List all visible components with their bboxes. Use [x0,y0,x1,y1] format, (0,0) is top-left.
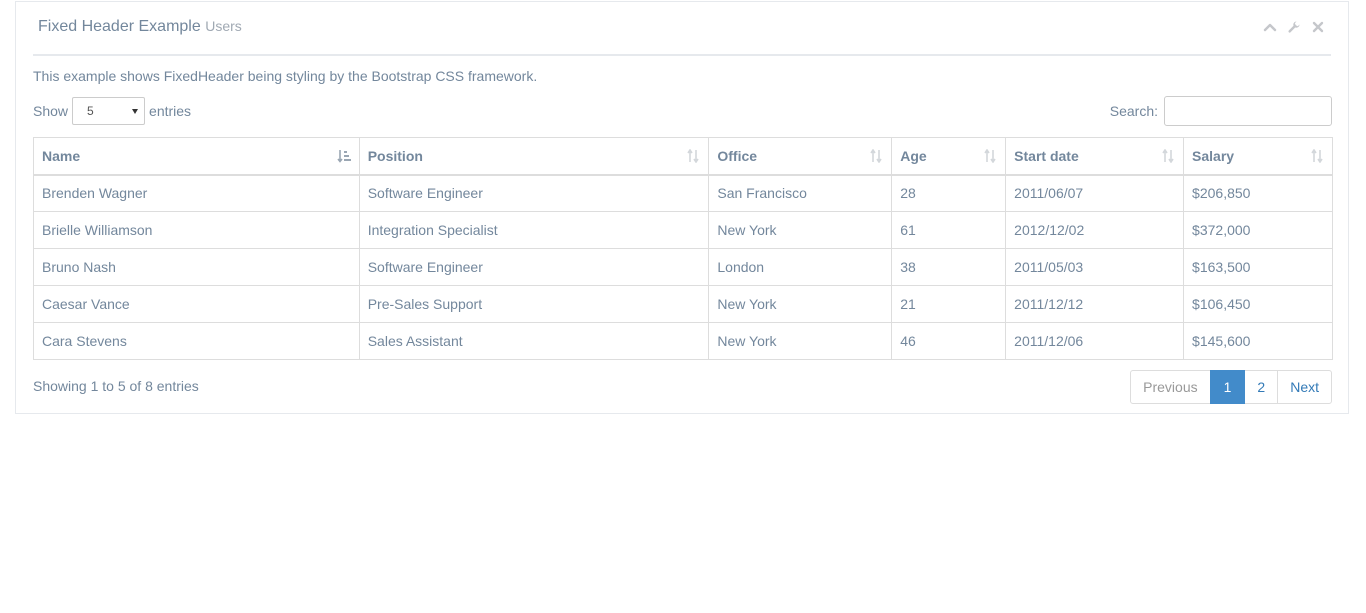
column-header-label: Start date [1014,147,1079,164]
cell-age: 46 [891,322,1007,360]
cell-name: Bruno Nash [33,248,360,286]
cell-age: 61 [891,211,1007,249]
previous-button[interactable]: Previous [1130,370,1211,404]
table-info: Showing 1 to 5 of 8 entries [33,378,199,394]
cell-start-date: 2011/12/12 [1005,285,1185,323]
close-icon[interactable] [1311,20,1325,34]
sort-both-icon [686,149,700,163]
page-length-value: 5 [87,104,94,118]
next-button[interactable]: Next [1277,370,1332,404]
cell-position: Pre-Sales Support [358,285,710,323]
column-header-salary[interactable]: Salary [1183,137,1333,176]
wrench-icon[interactable] [1287,20,1301,34]
sort-both-icon [983,149,997,163]
cell-salary: $106,450 [1183,285,1333,323]
pagination: Previous 1 2 Next [1130,370,1332,404]
column-header-label: Office [717,147,758,164]
page-button-1[interactable]: 1 [1209,370,1246,404]
column-header-age[interactable]: Age [891,137,1007,176]
cell-salary: $206,850 [1183,174,1333,212]
cell-name: Brenden Wagner [33,174,360,212]
table-row: Brenden Wagner Software Engineer San Fra… [33,174,1333,212]
cell-position: Software Engineer [358,248,710,286]
cell-salary: $372,000 [1183,211,1333,249]
sort-asc-icon [337,149,351,163]
search-label: Search: [1109,103,1158,119]
cell-salary: $163,500 [1183,248,1333,286]
users-table: Name Position Office Age Start date Sala… [33,137,1333,360]
sort-both-icon [1161,149,1175,163]
length-control: Show 5 entries [33,96,191,126]
column-header-label: Position [367,147,423,164]
column-header-label: Name [42,147,81,164]
table-row: Cara Stevens Sales Assistant New York 46… [33,322,1333,360]
table-header-row: Name Position Office Age Start date Sala… [33,137,1333,176]
cell-position: Software Engineer [358,174,710,212]
column-header-position[interactable]: Position [358,137,710,176]
panel: Fixed Header Example Users This example … [15,1,1349,414]
panel-title-text: Fixed Header Example [38,18,201,35]
entries-label: entries [149,103,192,119]
panel-title: Fixed Header Example Users [38,18,242,36]
table-row: Brielle Williamson Integration Specialis… [33,211,1333,249]
cell-office: New York [708,285,893,323]
column-header-name[interactable]: Name [33,137,360,176]
cell-name: Cara Stevens [33,322,360,360]
panel-subtitle: Users [205,18,242,34]
cell-start-date: 2011/12/06 [1005,322,1185,360]
cell-start-date: 2011/06/07 [1005,174,1185,212]
cell-office: New York [708,322,893,360]
cell-name: Caesar Vance [33,285,360,323]
cell-office: London [708,248,893,286]
column-header-start-date[interactable]: Start date [1005,137,1185,176]
cell-age: 28 [891,174,1007,212]
table-row: Caesar Vance Pre-Sales Support New York … [33,285,1333,323]
column-header-label: Age [900,147,927,164]
cell-age: 21 [891,285,1007,323]
cell-start-date: 2011/05/03 [1005,248,1185,286]
chevron-up-icon[interactable] [1263,20,1277,34]
cell-office: New York [708,211,893,249]
cell-office: San Francisco [708,174,893,212]
page-button-2[interactable]: 2 [1244,370,1279,404]
cell-position: Integration Specialist [358,211,710,249]
cell-position: Sales Assistant [358,322,710,360]
column-header-label: Salary [1192,147,1235,164]
panel-toolbox [1263,20,1325,34]
cell-name: Brielle Williamson [33,211,360,249]
search-control: Search: [1110,96,1332,126]
sort-both-icon [869,149,883,163]
table-row: Bruno Nash Software Engineer London 38 2… [33,248,1333,286]
panel-header: Fixed Header Example Users [33,2,1331,56]
description-text: This example shows FixedHeader being sty… [33,68,538,84]
column-header-office[interactable]: Office [708,137,893,176]
caret-down-icon [132,109,139,114]
cell-start-date: 2012/12/02 [1005,211,1185,249]
sort-both-icon [1310,149,1324,163]
search-input[interactable] [1164,96,1332,126]
page-length-select[interactable]: 5 [72,97,146,125]
cell-age: 38 [891,248,1007,286]
show-label: Show [33,103,69,119]
cell-salary: $145,600 [1183,322,1333,360]
